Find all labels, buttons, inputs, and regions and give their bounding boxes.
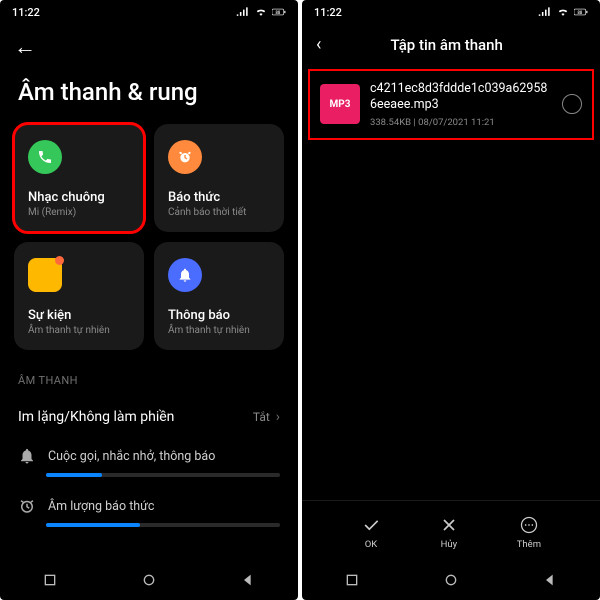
tile-title: Nhạc chuông <box>28 190 130 205</box>
calendar-icon <box>28 258 62 292</box>
status-time: 11:22 <box>12 6 40 19</box>
status-bar: 11:22 88 <box>0 0 298 24</box>
file-row[interactable]: MP3 c4211ec8d3fddde1c039a629586eeaee.mp3… <box>310 71 592 138</box>
dnd-value: Tắt <box>253 410 270 424</box>
section-audio: ÂM THANH <box>0 350 298 397</box>
slider-fill <box>46 473 102 477</box>
battery-icon: 88 <box>272 7 286 17</box>
dot-badge-icon <box>55 256 64 265</box>
phone-right: 11:22 88 ‹ Tập tin âm thanh MP3 c4211ec8… <box>302 0 600 600</box>
nav-home-icon[interactable] <box>141 572 157 588</box>
nav-bar <box>302 560 600 600</box>
signal-icon <box>236 7 250 17</box>
back-icon[interactable]: ‹ <box>316 34 321 55</box>
phone-left: 11:22 88 ← Âm thanh & rung Nhạc chuông M… <box>0 0 298 600</box>
mp3-badge-icon: MP3 <box>320 84 360 124</box>
close-icon <box>439 515 459 535</box>
wifi-icon <box>254 7 268 17</box>
more-icon <box>519 515 539 535</box>
tile-notifications[interactable]: Thông báo Âm thanh tự nhiên <box>154 242 284 350</box>
header-title: Tập tin âm thanh <box>331 36 562 54</box>
action-ok[interactable]: OK <box>361 515 381 550</box>
page-title: Âm thanh & rung <box>0 64 298 124</box>
battery-icon: 88 <box>574 7 588 17</box>
slider-calls-row: Cuộc gọi, nhắc nhở, thông báo <box>0 437 298 469</box>
status-right: 88 <box>236 7 286 17</box>
dnd-label: Im lặng/Không làm phiền <box>18 409 174 425</box>
slider-alarm-row: Âm lượng báo thức <box>0 487 298 519</box>
radio-icon[interactable] <box>562 94 582 114</box>
status-time: 11:22 <box>314 6 342 19</box>
tile-events[interactable]: Sự kiện Âm thanh tự nhiên <box>14 242 144 350</box>
tile-ringtone[interactable]: Nhạc chuông Mi (Remix) <box>14 124 144 232</box>
tile-sub: Cảnh báo thời tiết <box>168 207 270 218</box>
nav-recent-icon[interactable] <box>344 572 360 588</box>
alarm-outline-icon <box>18 497 36 515</box>
nav-bar <box>0 560 298 600</box>
signal-icon <box>538 7 552 17</box>
header: ‹ Tập tin âm thanh <box>302 24 600 67</box>
bottom-actions: OK Hủy Thêm <box>302 500 600 560</box>
status-bar: 11:22 88 <box>302 0 600 24</box>
svg-text:88: 88 <box>276 10 281 15</box>
slider-calls[interactable] <box>46 473 280 477</box>
chevron-right-icon: › <box>276 409 280 425</box>
tile-title: Báo thức <box>168 190 270 205</box>
wifi-icon <box>556 7 570 17</box>
tile-grid: Nhạc chuông Mi (Remix) Báo thức Cảnh báo… <box>0 124 298 350</box>
tile-title: Sự kiện <box>28 308 130 323</box>
action-cancel[interactable]: Hủy <box>439 515 459 550</box>
file-info: c4211ec8d3fddde1c039a629586eeaee.mp3 338… <box>370 81 552 128</box>
tile-sub: Mi (Remix) <box>28 207 130 218</box>
slider-calls-label: Cuộc gọi, nhắc nhở, thông báo <box>48 449 215 464</box>
bell-icon <box>168 258 202 292</box>
back-icon[interactable]: ← <box>14 35 36 60</box>
file-meta: 338.54KB | 08/07/2021 11:21 <box>370 117 552 128</box>
bell-outline-icon <box>18 447 36 465</box>
action-more[interactable]: Thêm <box>517 515 541 550</box>
nav-back-icon[interactable] <box>542 572 558 588</box>
svg-text:88: 88 <box>578 10 583 15</box>
status-right: 88 <box>538 7 588 17</box>
tile-sub: Âm thanh tự nhiên <box>168 325 270 336</box>
empty-space <box>302 142 600 501</box>
phone-icon <box>28 140 62 174</box>
row-dnd[interactable]: Im lặng/Không làm phiền Tắt › <box>0 397 298 437</box>
back-row: ← <box>0 24 298 64</box>
tile-alarm[interactable]: Báo thức Cảnh báo thời tiết <box>154 124 284 232</box>
dnd-value-wrap: Tắt › <box>253 409 280 425</box>
slider-fill <box>46 523 140 527</box>
tile-title: Thông báo <box>168 308 270 323</box>
slider-alarm[interactable] <box>46 523 280 527</box>
alarm-icon <box>168 140 202 174</box>
tile-sub: Âm thanh tự nhiên <box>28 325 130 336</box>
check-icon <box>361 515 381 535</box>
nav-recent-icon[interactable] <box>42 572 58 588</box>
slider-alarm-label: Âm lượng báo thức <box>48 499 154 514</box>
action-label: Hủy <box>441 539 458 550</box>
nav-home-icon[interactable] <box>443 572 459 588</box>
nav-back-icon[interactable] <box>240 572 256 588</box>
file-name: c4211ec8d3fddde1c039a629586eeaee.mp3 <box>370 81 552 114</box>
action-label: OK <box>365 539 378 550</box>
action-label: Thêm <box>517 539 541 550</box>
